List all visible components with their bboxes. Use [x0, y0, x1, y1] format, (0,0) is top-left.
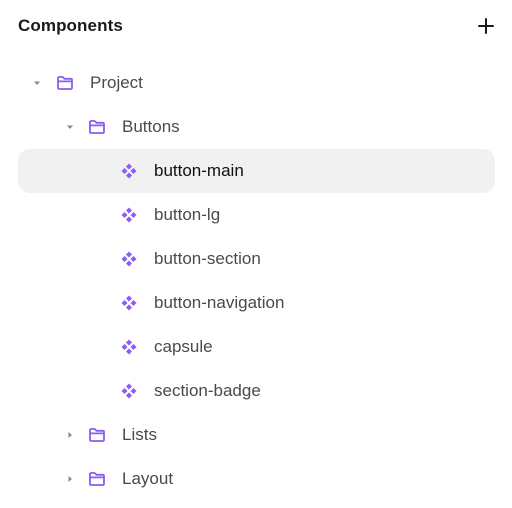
- tree-item-label: Layout: [122, 469, 174, 488]
- folder-icon: [87, 457, 107, 501]
- panel-title: Components: [18, 16, 123, 35]
- tree-component-button-navigation[interactable]: button-navigation: [18, 281, 495, 325]
- caret-down-icon[interactable]: [63, 105, 77, 149]
- panel-header: Components: [18, 10, 494, 42]
- folder-icon: [55, 61, 75, 105]
- component-icon: [119, 325, 139, 369]
- tree-folder-project[interactable]: Project: [18, 61, 495, 105]
- add-component-button[interactable]: [472, 12, 500, 40]
- component-icon: [119, 281, 139, 325]
- caret-down-icon[interactable]: [30, 61, 44, 105]
- folder-icon: [87, 413, 107, 457]
- tree-item-label: button-section: [154, 249, 261, 268]
- tree-item-label: button-navigation: [154, 293, 285, 312]
- tree-item-label: Project: [90, 73, 143, 92]
- tree-folder-lists[interactable]: Lists: [18, 413, 495, 457]
- component-icon: [119, 149, 139, 193]
- tree-folder-layout[interactable]: Layout: [18, 457, 495, 501]
- caret-right-icon[interactable]: [63, 457, 77, 501]
- tree-component-button-main[interactable]: button-main: [18, 149, 495, 193]
- tree-item-label: button-lg: [154, 205, 221, 224]
- tree-item-label: button-main: [154, 161, 244, 180]
- caret-right-icon[interactable]: [63, 413, 77, 457]
- folder-icon: [87, 105, 107, 149]
- tree-component-section-badge[interactable]: section-badge: [18, 369, 495, 413]
- tree-component-button-section[interactable]: button-section: [18, 237, 495, 281]
- plus-icon: [478, 18, 494, 34]
- tree-folder-buttons[interactable]: Buttons: [18, 105, 495, 149]
- component-icon: [119, 237, 139, 281]
- component-icon: [119, 193, 139, 237]
- component-icon: [119, 369, 139, 413]
- component-tree: Project Buttons button-main button-lg bu…: [18, 61, 495, 501]
- tree-item-label: Lists: [122, 425, 157, 444]
- tree-component-capsule[interactable]: capsule: [18, 325, 495, 369]
- tree-item-label: section-badge: [154, 381, 261, 400]
- tree-item-label: capsule: [154, 337, 213, 356]
- tree-component-button-lg[interactable]: button-lg: [18, 193, 495, 237]
- components-panel: Components Project Buttons button-main b…: [0, 0, 512, 508]
- tree-item-label: Buttons: [122, 117, 180, 136]
